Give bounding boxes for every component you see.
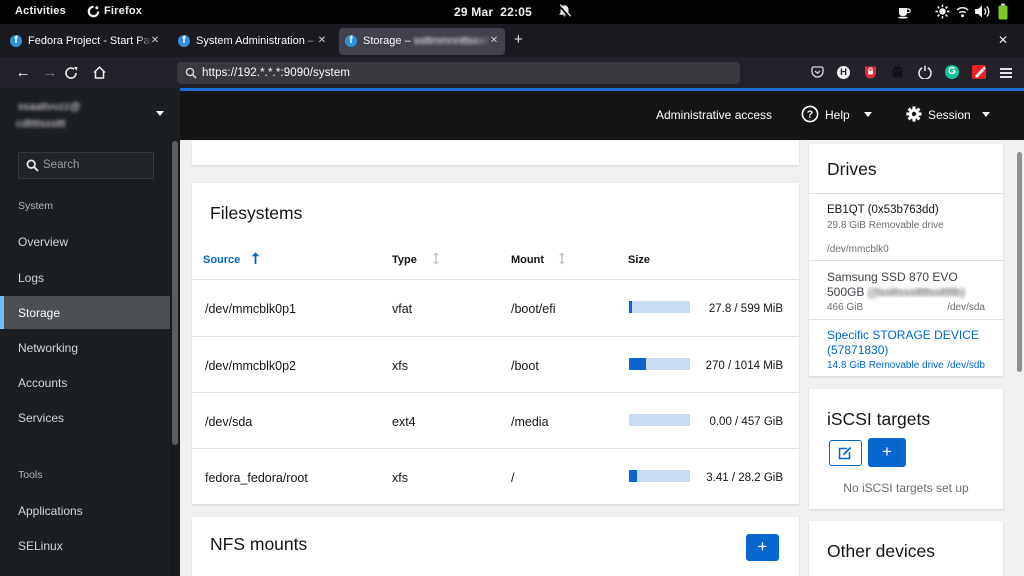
svg-text:?: ? [807,109,813,121]
